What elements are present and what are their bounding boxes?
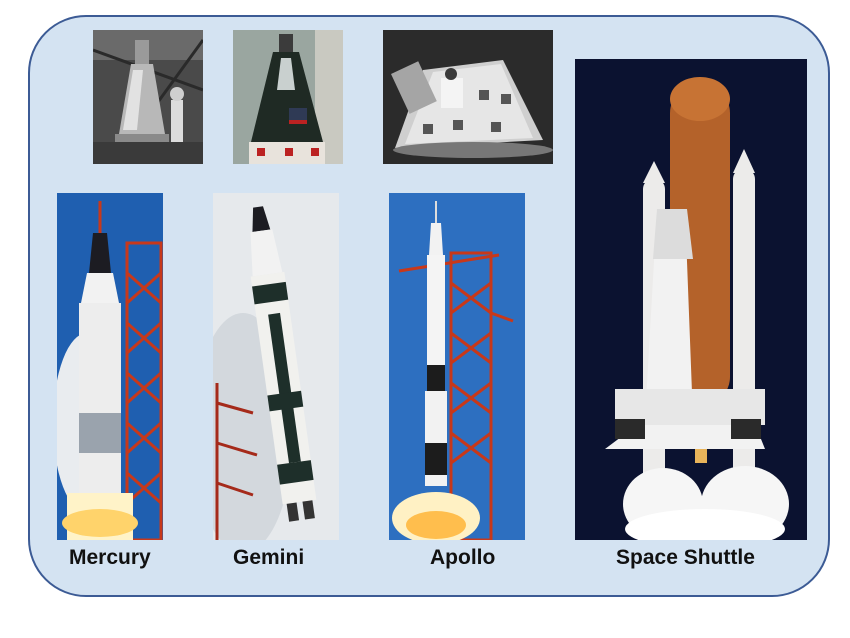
space-shuttle-label: Space Shuttle [616, 546, 755, 569]
mercury-label: Mercury [69, 546, 151, 569]
shuttle-launch-photo [575, 59, 807, 540]
mercury-capsule-photo [93, 30, 203, 164]
apollo-label: Apollo [430, 546, 496, 569]
gemini-capsule-photo [233, 30, 343, 164]
apollo-launch-photo [389, 193, 525, 540]
gemini-launch-photo [213, 193, 339, 540]
gemini-label: Gemini [233, 546, 305, 569]
apollo-capsule-photo [383, 30, 553, 164]
mercury-launch-photo [57, 193, 163, 540]
